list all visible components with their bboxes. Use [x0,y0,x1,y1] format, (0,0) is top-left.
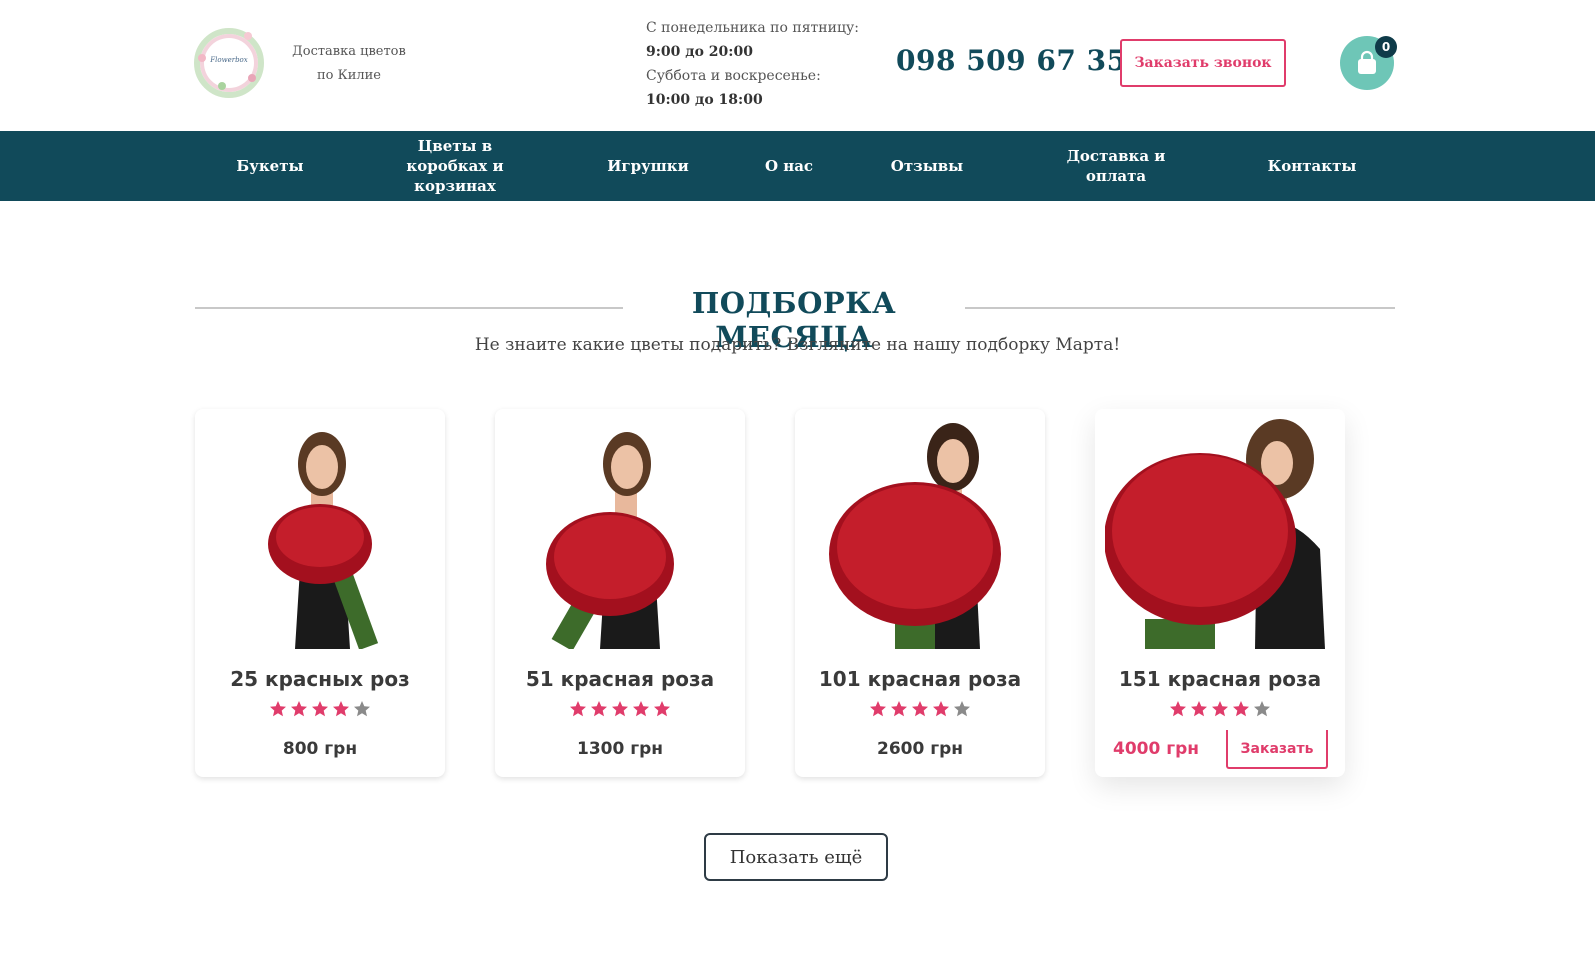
star-filled-icon [1191,701,1207,717]
weekend-time: 10:00 до 18:00 [646,92,763,108]
shopping-bag-icon [1358,50,1376,74]
order-button[interactable]: Заказать [1226,730,1328,769]
star-filled-icon [1212,701,1228,717]
working-hours: С понедельника по пятницу: 9:00 до 20:00… [646,16,876,112]
product-image[interactable] [505,419,735,649]
nav-item-about[interactable]: О нас [754,131,824,201]
star-filled-icon [912,701,928,717]
product-image[interactable] [805,419,1035,649]
nav-item-reviews[interactable]: Отзывы [880,131,974,201]
rating-stars [495,700,745,718]
main-nav: Букеты Цветы в коробках и корзинах Игруш… [0,131,1595,201]
product-title[interactable]: 101 красная роза [795,667,1045,691]
product-card[interactable]: 25 красных роз 800 грн [195,409,445,777]
star-filled-icon [570,701,586,717]
rating-stars [1095,700,1345,718]
nav-item-toys[interactable]: Игрушки [598,131,698,201]
star-filled-icon [291,701,307,717]
rating-stars [195,700,445,718]
site-tagline: Доставка цветов по Килие [292,44,406,83]
weekdays-time: 9:00 до 20:00 [646,44,753,60]
site-header: Flowerbox Доставка цветов по Килие С пон… [0,0,1595,131]
star-filled-icon [654,701,670,717]
star-filled-icon [933,701,949,717]
cart-count-badge: 0 [1375,36,1397,58]
product-title[interactable]: 25 красных роз [195,667,445,691]
star-filled-icon [333,701,349,717]
star-filled-icon [870,701,886,717]
star-filled-icon [270,701,286,717]
star-filled-icon [591,701,607,717]
nav-item-delivery-payment[interactable]: Доставка и оплата [1036,131,1196,201]
product-price: 2600 грн [876,739,964,759]
star-filled-icon [312,701,328,717]
product-image[interactable] [1105,419,1335,649]
product-title[interactable]: 51 красная роза [495,667,745,691]
product-card[interactable]: 51 красная роза 1300 грн [495,409,745,777]
product-card[interactable]: 101 красная роза 2600 грн [795,409,1045,777]
nav-item-contacts[interactable]: Контакты [1262,131,1362,201]
nav-item-bouquets[interactable]: Букеты [220,131,320,201]
star-filled-icon [891,701,907,717]
star-filled-icon [612,701,628,717]
product-title[interactable]: 151 красная роза [1095,667,1345,691]
star-empty-icon [954,701,970,717]
product-price: 1300 грн [576,739,664,759]
product-price: 800 грн [282,739,358,759]
divider-left [195,307,623,309]
divider-right [965,307,1395,309]
star-filled-icon [1233,701,1249,717]
callback-button[interactable]: Заказать звонок [1120,39,1286,87]
product-image[interactable] [205,419,435,649]
section-subtitle: Не знаите какие цветы подарить? Взглянит… [474,335,1121,355]
star-filled-icon [633,701,649,717]
star-empty-icon [354,701,370,717]
product-card[interactable]: 151 красная роза 4000 грн Заказать [1095,409,1345,777]
show-more-button[interactable]: Показать ещё [704,833,888,881]
product-price: 4000 грн [1113,739,1200,759]
rating-stars [795,700,1045,718]
logo[interactable]: Flowerbox [194,28,264,98]
phone-link[interactable]: 098 509 67 35 [896,44,1127,77]
weekdays-label: С понедельника по пятницу: [646,20,859,36]
star-empty-icon [1254,701,1270,717]
logo-wordmark: Flowerbox [210,56,248,64]
star-filled-icon [1170,701,1186,717]
nav-item-boxes-baskets[interactable]: Цветы в коробках и корзинах [380,131,530,201]
weekend-label: Суббота и воскресенье: [646,68,821,84]
